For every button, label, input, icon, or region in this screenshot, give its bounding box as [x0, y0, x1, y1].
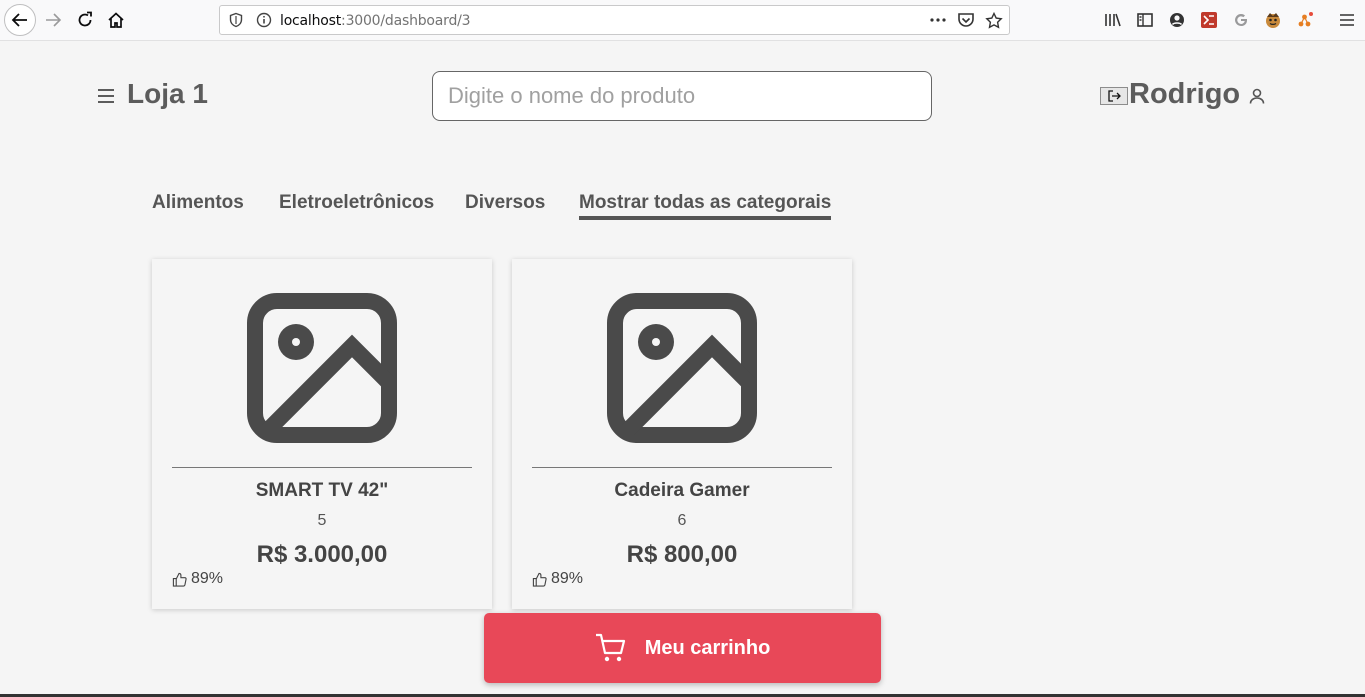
- logout-icon: [1108, 90, 1121, 102]
- product-rating: 89%: [172, 570, 223, 588]
- product-name: Cadeira Gamer: [614, 480, 750, 501]
- library-icon[interactable]: [1103, 10, 1123, 30]
- url-path: :3000/dashboard/3: [341, 13, 471, 29]
- tab-diversos[interactable]: Diversos: [465, 192, 545, 214]
- extension-red-icon[interactable]: [1199, 10, 1219, 30]
- product-quantity: 5: [317, 512, 327, 529]
- url-bar[interactable]: localhost:3000/dashboard/3: [219, 5, 1010, 35]
- arrow-left-icon: [11, 13, 27, 27]
- card-divider: [532, 467, 832, 468]
- user-icon[interactable]: [1248, 87, 1266, 110]
- product-price: R$ 800,00: [626, 541, 738, 568]
- bookmark-star-icon[interactable]: [985, 12, 1003, 29]
- menu-icon[interactable]: [97, 88, 115, 109]
- arrow-right-icon: [46, 13, 62, 27]
- product-rating: 89%: [532, 570, 583, 588]
- product-card[interactable]: Cadeira Gamer 6 R$ 800,00 89%: [512, 259, 852, 609]
- thumbs-up-icon: [532, 572, 547, 587]
- info-icon[interactable]: [256, 12, 272, 28]
- pocket-icon[interactable]: [957, 12, 975, 29]
- extension-face-icon[interactable]: [1263, 10, 1283, 30]
- tab-all-categories[interactable]: Mostrar todas as categorais: [579, 192, 832, 220]
- shopping-cart-icon: [595, 633, 625, 662]
- tab-alimentos[interactable]: Alimentos: [152, 192, 244, 214]
- forward-button[interactable]: [38, 5, 68, 35]
- image-placeholder-icon: [247, 293, 397, 443]
- product-name: SMART TV 42": [255, 480, 389, 501]
- store-title: Loja 1: [127, 78, 208, 109]
- google-icon[interactable]: [1231, 10, 1251, 30]
- product-search-input[interactable]: [432, 71, 932, 121]
- user-name: Rodrigo: [1129, 78, 1241, 110]
- reload-button[interactable]: [70, 5, 100, 35]
- extension-network-icon[interactable]: [1295, 10, 1315, 30]
- account-icon[interactable]: [1167, 10, 1187, 30]
- reload-icon: [78, 11, 92, 27]
- product-card[interactable]: SMART TV 42" 5 R$ 3.000,00 89%: [152, 259, 492, 609]
- card-divider: [172, 467, 472, 468]
- logout-button[interactable]: [1100, 87, 1128, 105]
- cart-button[interactable]: Meu carrinho: [484, 613, 881, 683]
- cart-label: Meu carrinho: [644, 636, 771, 659]
- home-icon: [108, 12, 124, 28]
- url-host: localhost: [280, 13, 342, 29]
- product-price: R$ 3.000,00: [256, 541, 388, 568]
- browser-toolbar: localhost:3000/dashboard/3: [0, 0, 1365, 41]
- more-actions-icon[interactable]: [929, 13, 947, 27]
- rating-value: 89%: [191, 570, 224, 587]
- hamburger-menu-icon[interactable]: [1337, 10, 1357, 30]
- url-text[interactable]: localhost:3000/dashboard/3: [280, 13, 471, 29]
- back-button[interactable]: [4, 4, 36, 36]
- home-button[interactable]: [101, 5, 131, 35]
- shield-icon[interactable]: [228, 12, 244, 28]
- image-placeholder-icon: [607, 293, 757, 443]
- thumbs-up-icon: [172, 572, 187, 587]
- rating-value: 89%: [551, 570, 584, 587]
- sidebar-icon[interactable]: [1135, 10, 1155, 30]
- tab-eletroeletronicos[interactable]: Eletroeletrônicos: [279, 192, 434, 214]
- product-quantity: 6: [677, 512, 687, 529]
